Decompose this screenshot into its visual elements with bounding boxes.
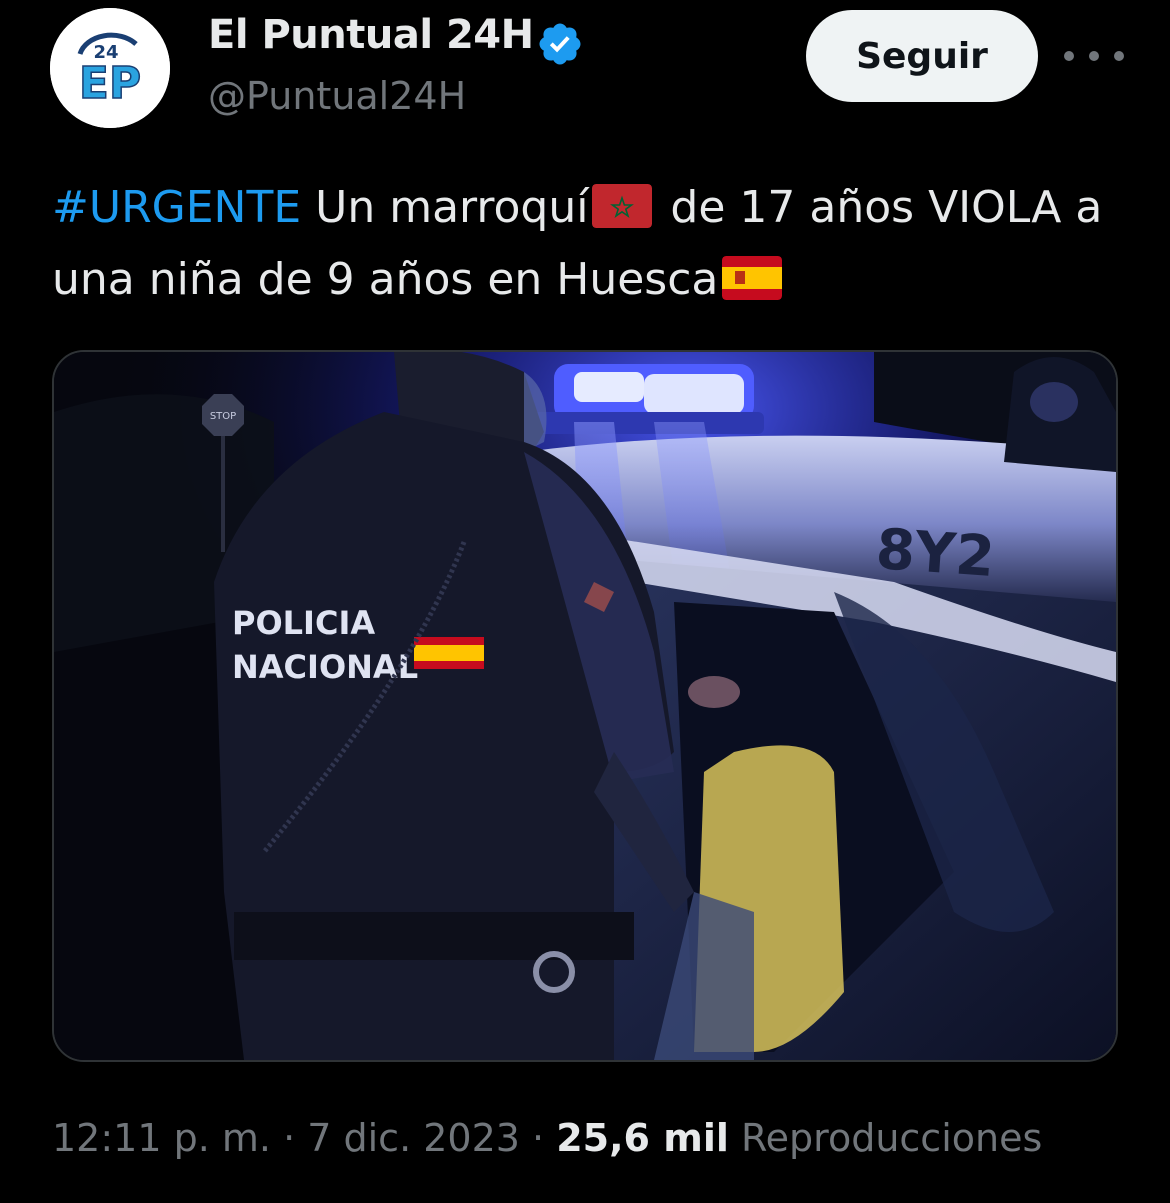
separator: · (532, 1116, 545, 1160)
more-options-icon[interactable] (1064, 34, 1124, 78)
follow-button[interactable]: Seguir (806, 10, 1038, 102)
views-count: 25,6 mil (556, 1116, 729, 1160)
verified-badge-icon (539, 23, 581, 65)
separator: · (283, 1116, 296, 1160)
tweet-header: 24 EP El Puntual 24H @Puntual24H Seguir (0, 0, 1170, 140)
display-name[interactable]: El Puntual 24H (208, 12, 534, 58)
tweet-date[interactable]: 7 dic. 2023 (307, 1116, 520, 1160)
hashtag-link[interactable]: #URGENTE (52, 182, 301, 233)
dot (1089, 51, 1099, 61)
police-arrest-photo: STOP 8Y2 POLICIA NACIONAL (54, 352, 1116, 1060)
tweet-text: #URGENTE Un marroquí de 17 años VIOLA a … (52, 172, 1132, 316)
stop-sign-text: STOP (210, 411, 236, 422)
account-handle[interactable]: @Puntual24H (208, 74, 466, 118)
dot (1064, 51, 1074, 61)
ep-logo-icon: 24 EP (50, 8, 170, 128)
vest-text-line1: POLICIA (232, 604, 375, 642)
tweet-metadata: 12:11 p. m. · 7 dic. 2023 · 25,6 mil Rep… (52, 1116, 1042, 1160)
tweet-text-part1: Un marroquí (301, 182, 589, 233)
tweet-time[interactable]: 12:11 p. m. (52, 1116, 271, 1160)
car-number: 8Y2 (874, 517, 997, 590)
tweet-media-image[interactable]: STOP 8Y2 POLICIA NACIONAL (52, 350, 1118, 1062)
avatar[interactable]: 24 EP (50, 8, 170, 128)
morocco-flag-icon (592, 184, 653, 228)
spain-flag-icon (722, 256, 783, 300)
svg-text:EP: EP (79, 58, 141, 109)
vest-spain-flag-icon (414, 637, 484, 669)
views-label: Reproducciones (740, 1116, 1043, 1160)
dot (1114, 51, 1124, 61)
